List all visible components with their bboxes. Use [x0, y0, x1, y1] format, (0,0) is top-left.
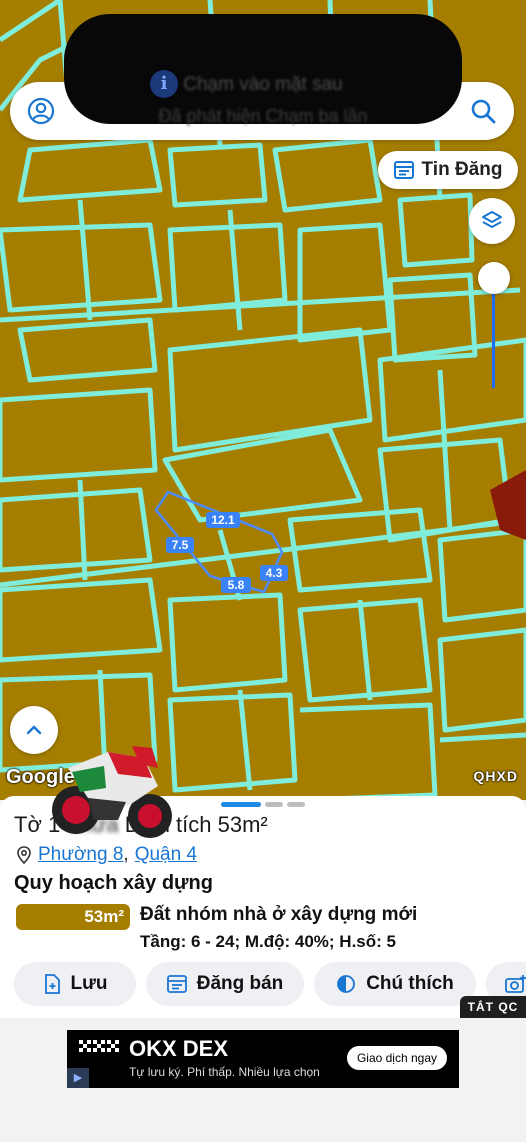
legend-button[interactable]: Chú thích: [314, 962, 476, 1006]
layers-button[interactable]: [469, 198, 515, 244]
calendar-list-icon: [166, 975, 187, 993]
okx-logo: [79, 1040, 119, 1052]
opacity-slider-track[interactable]: [492, 278, 495, 388]
notification-line-2: Đã phát hiện Chạm ba lần: [158, 106, 368, 126]
page-indicator[interactable]: [287, 802, 305, 807]
plot-dim-right: 4.3: [266, 566, 283, 580]
layer-label: QHXD: [473, 768, 518, 784]
plot-dim-top: 12.1: [211, 513, 235, 527]
notification-line-1: Chạm vào mặt sau: [183, 74, 343, 95]
opacity-slider-thumb[interactable]: [478, 262, 510, 294]
layers-icon: [482, 211, 502, 228]
page-indicator-active[interactable]: [221, 802, 261, 807]
ad-choices-icon[interactable]: ▶: [67, 1068, 89, 1088]
add-document-icon: [44, 974, 60, 994]
listing-icon: [393, 161, 414, 179]
tin-dang-button[interactable]: Tin Đăng: [378, 151, 518, 189]
user-circle-icon[interactable]: [26, 96, 56, 126]
page-indicator[interactable]: [265, 802, 283, 807]
save-button[interactable]: Lưu: [14, 962, 136, 1006]
half-circle-icon: [337, 975, 356, 993]
location-pin-icon: [17, 846, 31, 864]
land-use-type: Đất nhóm nhà ở xây dựng mới: [140, 904, 418, 925]
hide-ads-button[interactable]: TẮT QC: [460, 996, 526, 1018]
camera-add-icon: [505, 975, 526, 993]
section-title: Quy hoạch xây dựng: [14, 872, 213, 894]
district-link[interactable]: Quận 4: [135, 844, 197, 866]
tin-dang-label: Tin Đăng: [421, 159, 503, 180]
ad-brand: OKX DEX: [129, 1036, 229, 1061]
post-sale-button[interactable]: Đăng bán: [146, 962, 304, 1006]
ad-banner[interactable]: OKX DEX Tự lưu ký. Phí thấp. Nhiều lựa c…: [67, 1030, 459, 1088]
ward-link[interactable]: Phường 8: [38, 844, 123, 866]
plot-dim-left: 7.5: [172, 538, 189, 552]
system-notification: i Chạm vào mặt sau Đã phát hiện Chạm ba …: [64, 14, 462, 126]
area-badge: 53m²: [16, 904, 130, 930]
zoning-params: Tầng: 6 - 24; M.độ: 40%; H.số: 5: [140, 932, 396, 951]
search-icon[interactable]: [468, 96, 498, 126]
ad-subtitle: Tự lưu ký. Phí thấp. Nhiều lựa chọn: [129, 1065, 320, 1079]
ad-cta-button[interactable]: Giao dịch ngay: [346, 1046, 447, 1070]
motorcycle-ad-icon[interactable]: [48, 728, 176, 846]
chevron-up-icon: [26, 725, 42, 735]
location-row: Phường 8, Quận 4: [16, 844, 197, 866]
plot-dim-bottom: 5.8: [228, 578, 245, 592]
